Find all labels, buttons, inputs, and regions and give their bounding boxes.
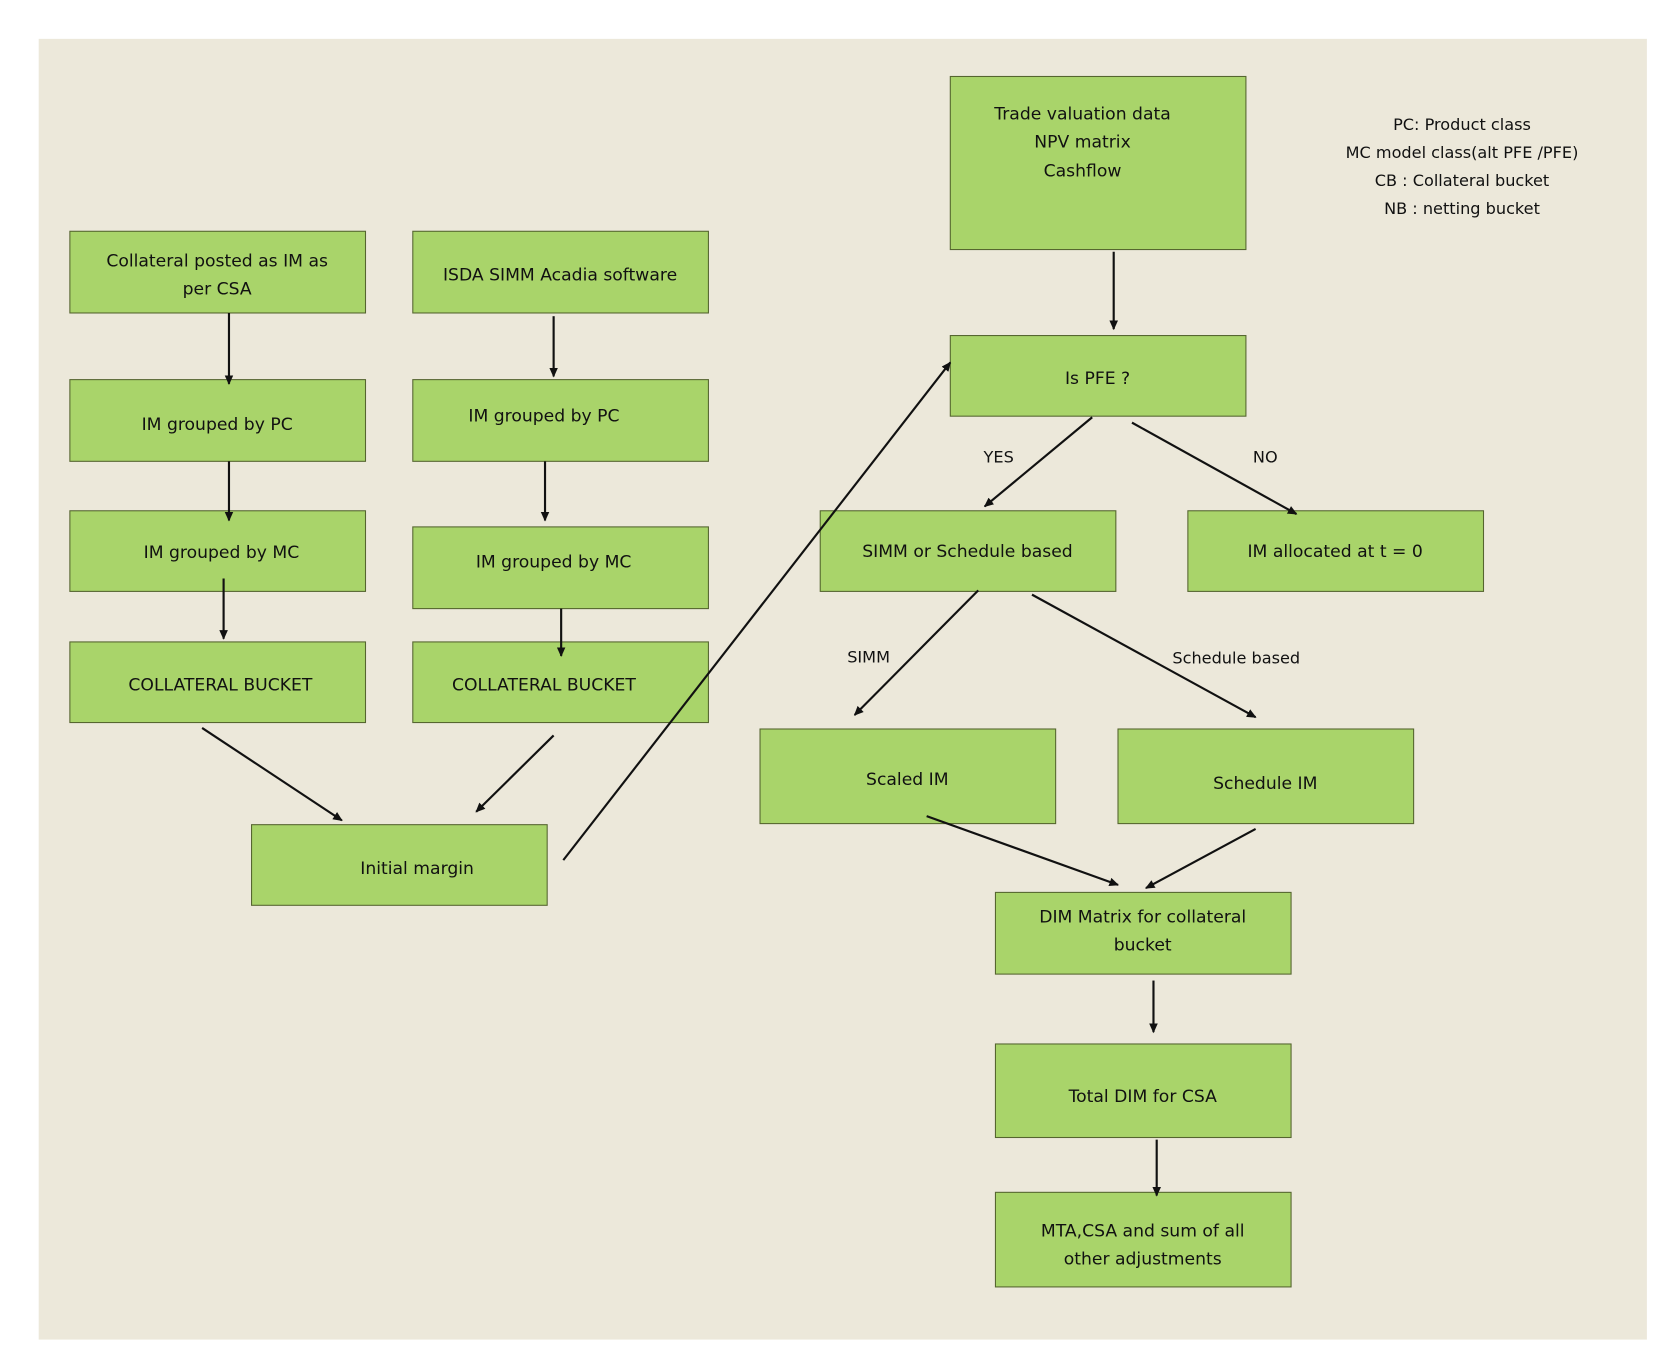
svg-text:Trade valuation data: Trade valuation data	[993, 104, 1171, 124]
node-initial-margin: Initial margin	[251, 824, 548, 906]
svg-text:IM grouped by PC: IM grouped by PC	[468, 407, 619, 427]
edge-label-simm: SIMM	[847, 647, 890, 666]
node-im-pc-left: IM grouped by PC	[69, 379, 367, 462]
node-total-dim: Total DIM for CSA	[994, 1043, 1292, 1139]
svg-text:DIM Matrix for collateral: DIM Matrix for collateral	[1039, 908, 1246, 928]
svg-text:SIMM or Schedule based: SIMM or Schedule based	[862, 542, 1072, 562]
legend-line: PC: Product class	[1393, 115, 1531, 134]
svg-text:IM grouped by MC: IM grouped by MC	[144, 543, 300, 563]
node-im-allocated: IM allocated at t = 0	[1187, 510, 1485, 592]
svg-text:Cashflow: Cashflow	[1044, 161, 1122, 181]
svg-text:NPV matrix: NPV matrix	[1034, 132, 1130, 152]
node-im-pc-right: IM grouped by PC	[412, 379, 709, 462]
svg-text:ISDA SIMM Acadia software: ISDA SIMM Acadia software	[443, 266, 677, 286]
svg-text:per CSA: per CSA	[183, 280, 252, 300]
svg-text:IM grouped by MC: IM grouped by MC	[476, 553, 632, 573]
node-isda-simm: ISDA SIMM Acadia software	[412, 230, 709, 314]
legend-line: CB : Collateral bucket	[1375, 171, 1549, 190]
legend-line: MC model class(alt PFE /PFE)	[1346, 143, 1579, 162]
svg-text:Scaled IM: Scaled IM	[866, 770, 949, 790]
svg-text:MTA,CSA and sum of all: MTA,CSA and sum of all	[1041, 1221, 1245, 1241]
flowchart: PC: Product class MC model class(alt PFE…	[38, 38, 1647, 1340]
node-trade-valuation: Trade valuation data NPV matrix Cashflow	[949, 75, 1247, 251]
svg-text:other adjustments: other adjustments	[1064, 1249, 1222, 1269]
svg-text:COLLATERAL BUCKET: COLLATERAL BUCKET	[128, 675, 312, 695]
edge-label-schedule: Schedule based	[1172, 648, 1300, 667]
node-mta: MTA,CSA and sum of all other adjustments	[994, 1191, 1292, 1288]
edge-label-yes: YES	[983, 447, 1014, 466]
svg-text:IM allocated at t = 0: IM allocated at t = 0	[1247, 542, 1422, 562]
svg-text:Total DIM for CSA: Total DIM for CSA	[1068, 1087, 1218, 1107]
svg-text:Initial margin: Initial margin	[360, 859, 474, 879]
svg-text:bucket: bucket	[1114, 935, 1172, 955]
node-schedule-im: Schedule IM	[1117, 728, 1415, 825]
svg-text:COLLATERAL BUCKET: COLLATERAL BUCKET	[452, 675, 636, 695]
legend-line: NB : netting bucket	[1384, 199, 1540, 218]
svg-text:Is PFE ?: Is PFE ?	[1065, 369, 1130, 389]
node-simm-or-schedule: SIMM or Schedule based	[819, 510, 1117, 592]
node-is-pfe: Is PFE ?	[949, 335, 1247, 417]
node-scaled-im: Scaled IM	[759, 728, 1057, 825]
node-collateral-posted: Collateral posted as IM as per CSA	[69, 230, 367, 314]
svg-text:Schedule IM: Schedule IM	[1213, 774, 1317, 794]
node-im-mc-left: IM grouped by MC	[69, 510, 367, 592]
node-im-mc-right: IM grouped by MC	[412, 526, 709, 610]
svg-text:Collateral posted as IM as: Collateral posted as IM as	[106, 252, 328, 272]
svg-text:IM grouped by PC: IM grouped by PC	[142, 415, 293, 435]
edge-label-no: NO	[1253, 447, 1278, 466]
node-collateral-bucket-left: COLLATERAL BUCKET	[69, 641, 367, 724]
node-dim-matrix: DIM Matrix for collateral bucket	[994, 891, 1292, 975]
